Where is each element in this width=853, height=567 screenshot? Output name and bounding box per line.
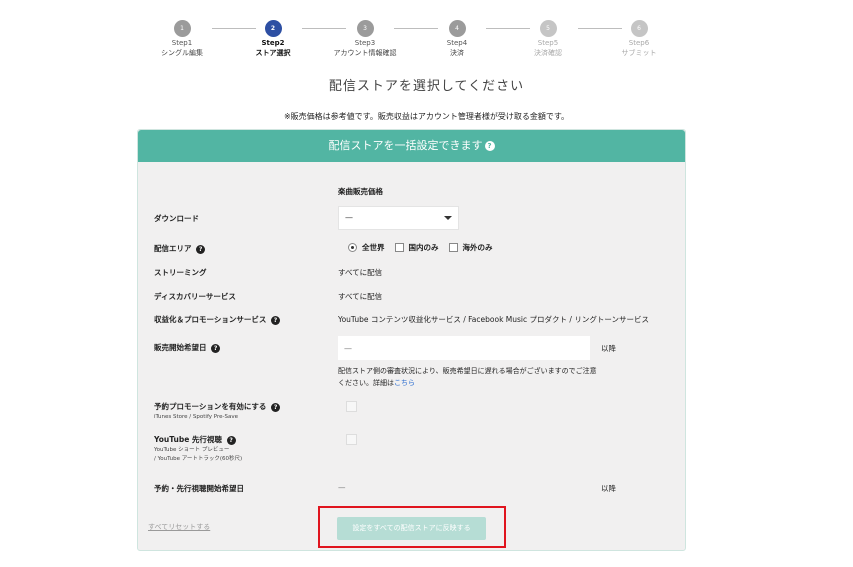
area-domestic-label: 国内のみ [408,243,439,252]
release-date-label: 販売開始希望日 ? [154,342,221,353]
youtube-first-checkbox[interactable] [346,434,357,445]
area-options: 全世界 国内のみ 海外のみ [348,242,493,253]
step-5: 5 Step5 決済確認 [503,16,593,58]
download-price-value: — [345,213,353,222]
release-date-label-text: 販売開始希望日 [154,343,207,352]
streaming-label: ストリーミング [154,268,207,277]
help-icon[interactable]: ? [196,244,206,254]
area-worldwide-label: 全世界 [362,243,385,252]
preorder-sub: iTunes Store / Spotify Pre-Save [154,414,239,420]
reset-all-link[interactable]: すべてリセットする [148,522,210,532]
preorder-checkbox[interactable] [346,401,357,412]
price-notice: ※販売価格は参考値です。販売収益はアカウント管理者様が受け取る金額です。 [283,112,570,121]
step-2: 2 Step2 ストア選択 [228,16,318,58]
step-2-circle: 2 [264,20,282,37]
step-5-name: 決済確認 [534,49,562,57]
preorder-label-text: 予約プロモーションを有効にする [154,402,267,411]
step-3-name: アカウント情報確認 [333,49,397,57]
area-overseas-checkbox[interactable] [448,243,458,252]
step-4: 4 Step4 決済 [412,16,502,58]
help-icon[interactable]: ? [484,141,495,151]
step-5-circle: 5 [539,20,557,37]
release-date-suffix: 以降 [601,344,616,353]
step-6-label: Step6 [628,39,650,47]
help-icon[interactable]: ? [270,315,280,325]
monetize-value: YouTube コンテンツ収益化サービス / Facebook Music プロ… [338,315,649,324]
youtube-first-sub1: YouTube ショート プレビュー [154,447,230,453]
panel-header-title: 配信ストアを一括設定できます [328,139,483,152]
step-4-circle: 4 [448,20,466,37]
preorder-label: 予約プロモーションを有効にする ? [154,401,281,412]
discovery-value: すべてに配信 [338,292,383,301]
step-5-label: Step5 [537,39,559,47]
step-4-label: Step4 [446,39,468,47]
release-date-note-text: 配信ストア側の審査状況により、販売希望日に遅れる場合がございますのでご注意くださ… [338,367,597,387]
youtube-first-label-text: YouTube 先行視聴 [154,435,222,444]
preorder-date-suffix: 以降 [601,484,616,493]
step-6-name: サブミット [621,49,657,57]
highlight-box [318,506,506,548]
monetize-label-text: 収益化＆プロモーションサービス [154,315,267,324]
area-label: 配信エリア ? [154,243,206,254]
step-3-label: Step3 [354,39,376,47]
area-worldwide-radio[interactable] [348,243,357,252]
youtube-first-label: YouTube 先行視聴 ? [154,434,236,445]
release-date-input[interactable] [338,336,590,360]
step-3-circle: 3 [356,20,374,37]
preorder-date-label: 予約・先行視聴開始希望日 [154,484,244,493]
help-icon[interactable]: ? [226,435,236,445]
step-3: 3 Step3 アカウント情報確認 [320,16,410,58]
page-title: 配信ストアを選択してください [328,79,525,94]
panel-header: 配信ストアを一括設定できます? [138,130,685,162]
help-icon[interactable]: ? [271,402,281,412]
progress-stepper: 1 Step1 シングル編集 2 Step2 ストア選択 3 Step3 アカウ… [0,16,853,66]
step-1-label: Step1 [171,39,193,47]
step-6-circle: 6 [630,20,648,37]
step-1-circle: 1 [173,20,191,37]
step-2-name: ストア選択 [255,49,291,57]
preorder-date-value: — [338,483,346,492]
area-label-text: 配信エリア [154,244,192,253]
area-overseas-label: 海外のみ [462,243,493,252]
discovery-label: ディスカバリーサービス [154,292,236,301]
step-2-label: Step2 [261,39,285,47]
youtube-first-sub2: / YouTube アートトラック(60秒尺) [154,456,243,462]
streaming-value: すべてに配信 [338,268,383,277]
area-domestic-checkbox[interactable] [394,243,404,252]
help-icon[interactable]: ? [211,343,221,353]
bulk-settings-panel: 配信ストアを一括設定できます? 楽曲販売価格 ダウンロード — 配信エリア ? … [137,129,686,551]
step-4-name: 決済 [450,49,464,57]
details-link[interactable]: こちら [394,379,415,387]
monetize-label: 収益化＆プロモーションサービス ? [154,314,280,325]
chevron-down-icon [444,216,452,220]
price-column-header: 楽曲販売価格 [338,187,383,196]
download-price-select[interactable]: — [338,206,459,230]
download-label: ダウンロード [154,214,199,223]
release-date-note: 配信ストア側の審査状況により、販売希望日に遅れる場合がございますのでご注意くださ… [338,365,598,389]
step-6: 6 Step6 サブミット [594,16,684,58]
step-1-name: シングル編集 [161,49,203,57]
step-1: 1 Step1 シングル編集 [137,16,227,58]
